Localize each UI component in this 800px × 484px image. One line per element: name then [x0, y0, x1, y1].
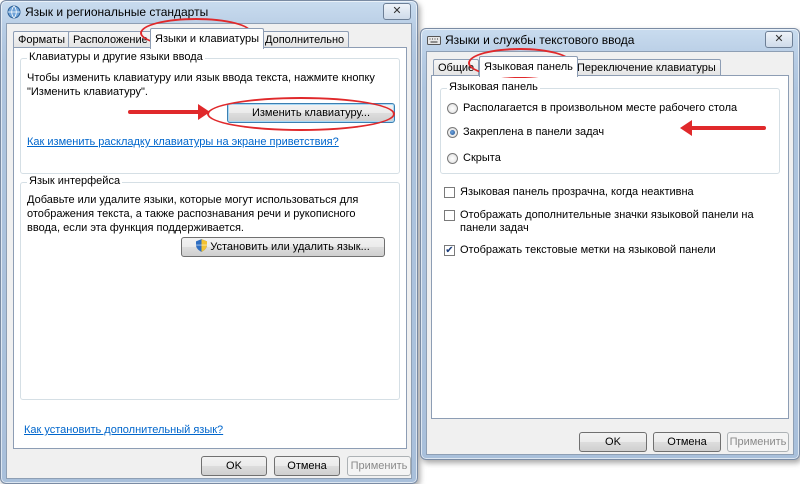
apply-button[interactable]: Применить [347, 456, 411, 476]
radio-hidden[interactable] [447, 153, 458, 164]
checkbox-extra-icons-label-line2: панели задач [460, 222, 529, 234]
cancel-button[interactable]: Отмена [274, 456, 340, 476]
radio-docked-taskbar[interactable] [447, 127, 458, 138]
globe-icon [7, 5, 21, 19]
checkbox-extra-icons-label-line1: Отображать дополнительные значки языково… [460, 209, 754, 221]
tab-language-bar[interactable]: Языковая панель [479, 56, 578, 77]
checkbox-extra-icons[interactable] [444, 210, 455, 221]
language-bar-group: Языковая панель Располагается в произвол… [440, 81, 780, 174]
install-language-button[interactable]: Установить или удалить язык... [181, 237, 385, 257]
text-services-window: Языки и службы текстового ввода ✕ Общие … [420, 28, 800, 460]
tab-languages-keyboards[interactable]: Языки и клавиатуры [150, 28, 265, 49]
radio-floating-desktop-label: Располагается в произвольном месте рабоч… [463, 102, 738, 114]
uac-shield-icon [196, 239, 208, 252]
radio-docked-taskbar-label: Закреплена в панели задач [463, 126, 605, 138]
cancel-button[interactable]: Отмена [653, 432, 721, 452]
dialog-body: Форматы Расположение Языки и клавиатуры … [6, 23, 412, 479]
tab-formats[interactable]: Форматы [13, 31, 70, 48]
keyboard-icon [427, 36, 441, 45]
title-bar[interactable]: Языки и службы текстового ввода ✕ [421, 29, 799, 51]
dialog-body: Общие Языковая панель Переключение клави… [426, 51, 794, 455]
window-title: Язык и региональные стандарты [25, 5, 209, 19]
radio-hidden-label: Скрыта [463, 152, 501, 164]
checkbox-text-labels[interactable]: ✔ [444, 245, 455, 256]
ui-language-description-line2: отображения текста, а также распознавани… [27, 208, 356, 220]
checkbox-transparent-inactive[interactable] [444, 187, 455, 198]
ui-language-group-title: Язык интерфейса [27, 175, 123, 187]
keyboards-description-line1: Чтобы изменить клавиатуру или язык ввода… [27, 72, 375, 84]
keyboards-group-title: Клавиатуры и другие языки ввода [27, 51, 205, 63]
apply-button[interactable]: Применить [727, 432, 789, 452]
checkbox-transparent-inactive-label: Языковая панель прозрачна, когда неактив… [460, 186, 694, 198]
window-title: Языки и службы текстового ввода [445, 33, 635, 47]
welcome-screen-layout-link[interactable]: Как изменить раскладку клавиатуры на экр… [27, 135, 339, 149]
highlight-ellipse-change-keyboard [207, 97, 395, 131]
tab-keyboard-switching[interactable]: Переключение клавиатуры [572, 59, 721, 76]
language-bar-group-title: Языковая панель [447, 81, 540, 93]
close-button[interactable]: ✕ [765, 31, 793, 48]
close-button[interactable]: ✕ [383, 3, 411, 20]
ok-button[interactable]: OK [201, 456, 267, 476]
checkbox-text-labels-label: Отображать текстовые метки на языковой п… [460, 244, 716, 256]
add-language-link[interactable]: Как установить дополнительный язык? [24, 423, 223, 437]
tab-advanced[interactable]: Дополнительно [260, 31, 350, 48]
regional-settings-window: Язык и региональные стандарты ✕ Форматы … [0, 0, 418, 484]
keyboards-description-line2: "Изменить клавиатуру". [27, 86, 148, 98]
ui-language-description-line1: Добавьте или удалите языки, которые могу… [27, 194, 359, 206]
red-arrow-left-icon [680, 120, 766, 136]
red-arrow-right-icon [128, 104, 210, 120]
install-language-label: Установить или удалить язык... [210, 241, 370, 253]
ok-button[interactable]: OK [579, 432, 647, 452]
ui-language-group: Язык интерфейса Добавьте или удалите язы… [20, 175, 400, 400]
ui-language-description-line3: ввода, если эта функция поддерживается. [27, 222, 244, 234]
radio-floating-desktop[interactable] [447, 103, 458, 114]
